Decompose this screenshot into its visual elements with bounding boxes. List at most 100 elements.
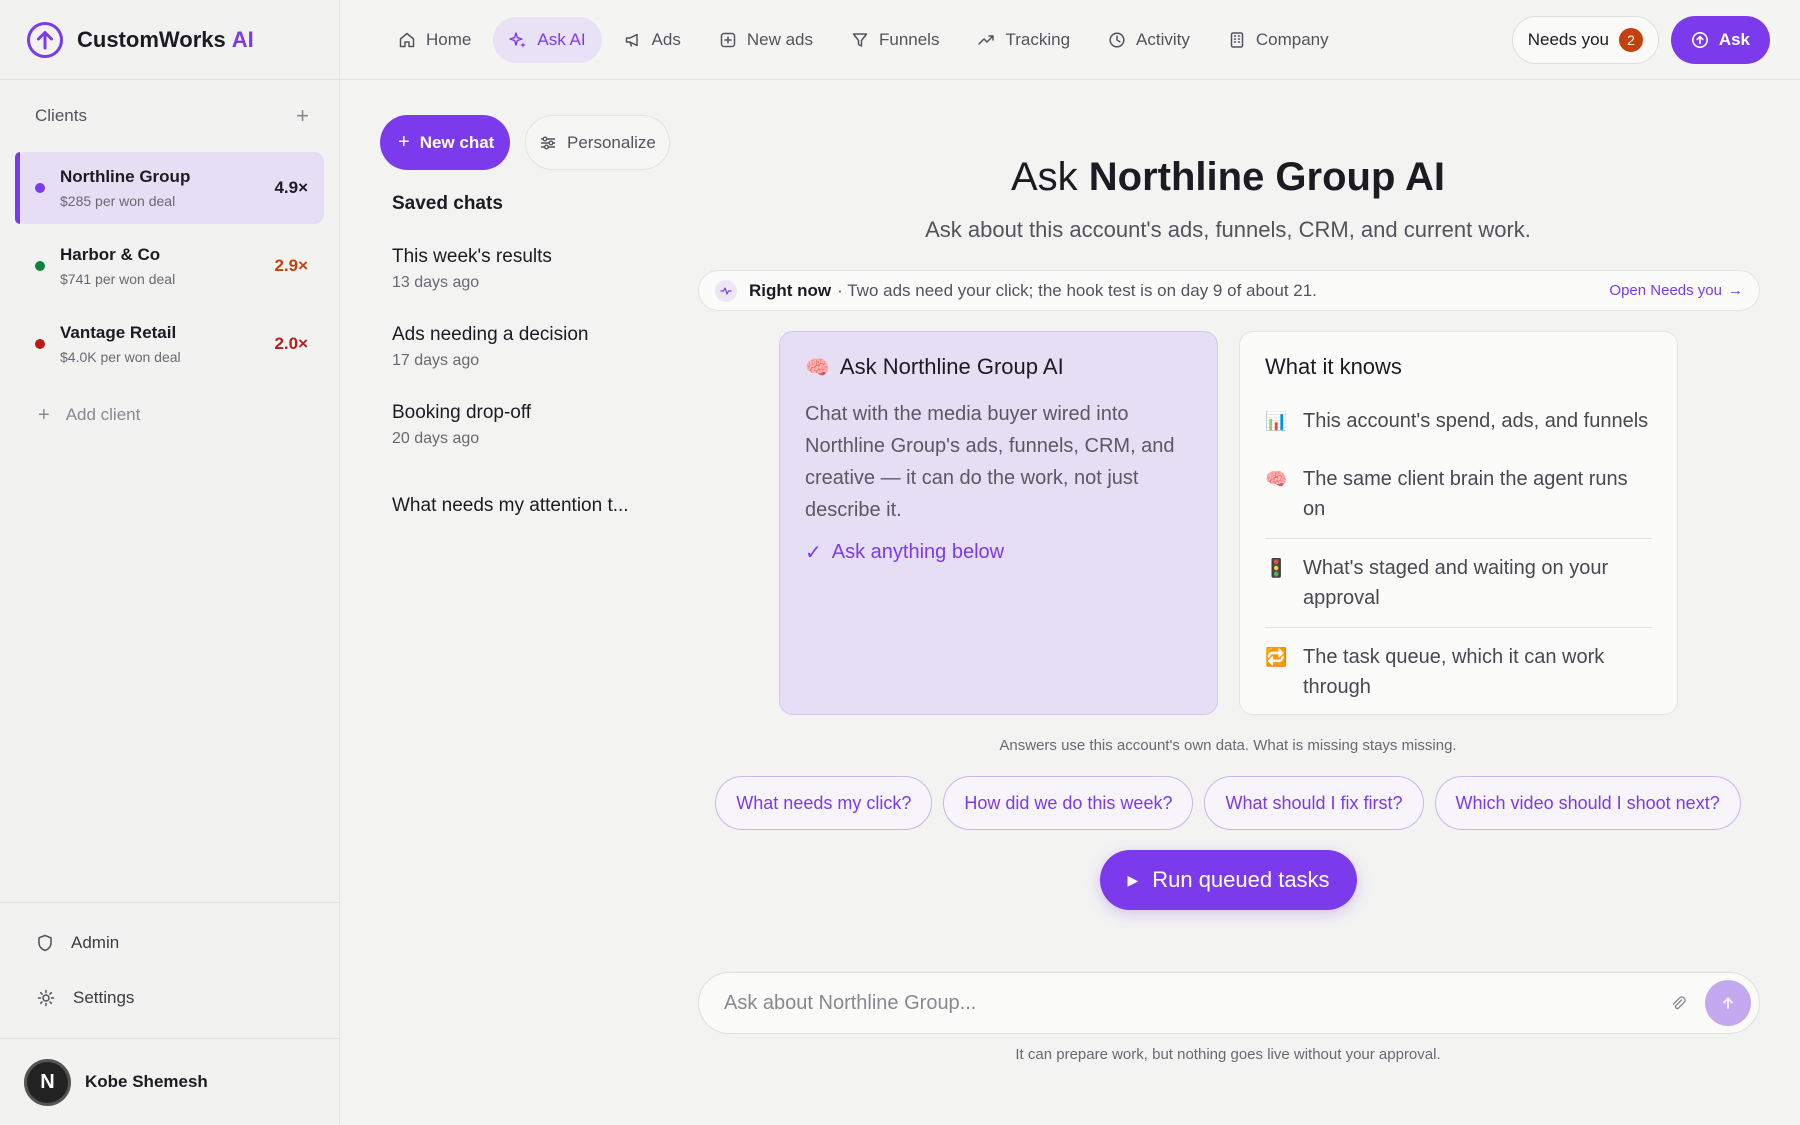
saved-chat-title: Ads needing a decision: [392, 324, 589, 345]
add-client-button[interactable]: + Add client: [0, 386, 339, 444]
title-prefix: Ask: [1010, 155, 1078, 199]
sparkle-icon: [509, 31, 527, 48]
suggestion-chip[interactable]: What should I fix first?: [1204, 776, 1424, 830]
status-dot: [35, 183, 45, 193]
client-value: $4.0K per won deal: [60, 349, 181, 365]
send-button[interactable]: [1705, 980, 1751, 1026]
brand: CustomWorks AI: [0, 0, 339, 80]
saved-chat-title: This week's results: [392, 246, 552, 267]
add-client-label: Add client: [65, 405, 141, 424]
nav-ads[interactable]: Ads: [608, 17, 697, 63]
saved-chat-item[interactable]: What needs my attention t...: [392, 495, 652, 517]
nav-new-ads[interactable]: New ads: [703, 17, 829, 63]
run-queued-tasks-button[interactable]: ▶ Run queued tasks: [1100, 850, 1357, 910]
chat-input[interactable]: [724, 991, 1669, 1015]
client-name: Northline Group: [60, 167, 191, 186]
knows-item: 📊 This account's spend, ads, and funnels: [1265, 392, 1652, 450]
right-now-text: · Two ads need your click; the hook test…: [837, 280, 1317, 300]
client-item[interactable]: Harbor & Co $741 per won deal 2.9×: [15, 230, 324, 302]
right-now-banner: Right now · Two ads need your click; the…: [698, 270, 1760, 311]
pulse-icon: [715, 279, 737, 302]
client-multiplier: 2.0×: [274, 334, 308, 353]
sidebar-item-admin[interactable]: Admin: [0, 915, 339, 970]
approval-note: It can prepare work, but nothing goes li…: [1015, 1046, 1441, 1063]
title-bold: Northline Group AI: [1088, 155, 1446, 199]
plus-icon: +: [38, 403, 50, 426]
personalize-label: Personalize: [567, 132, 656, 152]
repeat-icon: 🔁: [1265, 647, 1288, 667]
ask-card-title-text: Ask Northline Group AI: [839, 354, 1064, 379]
funnel-icon: [852, 32, 868, 47]
nav-label: New ads: [746, 29, 813, 49]
nav-label: Home: [426, 29, 472, 49]
plus-square-icon: [720, 32, 736, 47]
suggestion-chip[interactable]: How did we do this week?: [943, 776, 1194, 830]
nav-tracking[interactable]: Tracking: [961, 17, 1086, 63]
sliders-icon: [540, 136, 556, 149]
nav-company[interactable]: Company: [1212, 17, 1345, 63]
saved-chat-date: 13 days ago: [392, 274, 480, 291]
client-name: Harbor & Co: [60, 245, 161, 264]
ask-button[interactable]: Ask: [1670, 16, 1770, 64]
needs-you-count-badge: 2: [1619, 28, 1643, 52]
trend-icon: [978, 34, 995, 45]
new-chat-label: New chat: [419, 132, 495, 152]
suggestion-chips: What needs my click? How did we do this …: [698, 776, 1758, 830]
ask-anything-link[interactable]: ✓ Ask anything below: [805, 540, 1192, 565]
right-now-label: Right now: [749, 280, 832, 300]
saved-chat-title: What needs my attention t...: [392, 495, 629, 516]
nav-label: Ads: [651, 29, 681, 49]
checkmark-icon: ✓: [805, 542, 822, 564]
nav-activity[interactable]: Activity: [1092, 17, 1206, 63]
nav-label: Tracking: [1005, 29, 1071, 49]
saved-chat-item[interactable]: Booking drop-off 20 days ago: [392, 402, 652, 448]
suggestion-chip[interactable]: What needs my click?: [715, 776, 933, 830]
knows-card-title: What it knows: [1265, 354, 1402, 379]
saved-chat-item[interactable]: This week's results 13 days ago: [392, 246, 652, 292]
nav-ask-ai[interactable]: Ask AI: [493, 16, 602, 63]
ask-anything-label: Ask anything below: [831, 541, 1005, 563]
needs-you-button[interactable]: Needs you 2: [1511, 16, 1659, 64]
open-needs-you-link[interactable]: Open Needs you →: [1609, 282, 1743, 299]
run-label: Run queued tasks: [1152, 867, 1330, 892]
ask-card-title: 🧠 Ask Northline Group AI: [805, 354, 1192, 380]
user-name: Kobe Shemesh: [85, 1072, 208, 1091]
suggestion-chip[interactable]: Which video should I shoot next?: [1434, 776, 1741, 830]
client-item[interactable]: Vantage Retail $4.0K per won deal 2.0×: [15, 308, 324, 380]
brain-icon: 🧠: [805, 356, 830, 379]
add-client-icon[interactable]: +: [296, 105, 309, 127]
brand-ai: AI: [231, 26, 254, 52]
nav-label: Funnels: [878, 29, 940, 49]
ask-label: Ask: [1718, 30, 1750, 49]
avatar: N: [24, 1058, 71, 1106]
open-needs-label: Open Needs you: [1609, 282, 1722, 299]
knows-item-text: The task queue, which it can work throug…: [1303, 646, 1605, 698]
sidebar-item-settings[interactable]: Settings: [0, 970, 339, 1025]
clients-label: Clients: [35, 106, 87, 125]
user-profile[interactable]: N Kobe Shemesh: [0, 1038, 339, 1125]
nav-home[interactable]: Home: [382, 17, 487, 63]
what-it-knows-card: What it knows 📊 This account's spend, ad…: [1239, 331, 1678, 715]
knows-item: 🧠 The same client brain the agent runs o…: [1265, 450, 1652, 538]
traffic-light-icon: 🚦: [1265, 558, 1288, 578]
saved-chat-item[interactable]: Ads needing a decision 17 days ago: [392, 324, 652, 370]
nav-funnels[interactable]: Funnels: [835, 17, 955, 63]
composer: [698, 972, 1760, 1034]
page-subtitle: Ask about this account's ads, funnels, C…: [925, 217, 1531, 242]
new-chat-button[interactable]: + New chat: [380, 115, 511, 170]
status-dot: [35, 261, 45, 271]
client-value: $285 per won deal: [60, 193, 176, 209]
sidebar: CustomWorks AI Clients + Northline Group…: [0, 0, 340, 1125]
saved-chat-date: 20 days ago: [392, 430, 480, 447]
nav-label: Ask AI: [537, 29, 586, 49]
client-name: Vantage Retail: [60, 323, 177, 342]
nav-label: Activity: [1136, 29, 1190, 49]
settings-label: Settings: [73, 987, 135, 1007]
client-item[interactable]: Northline Group $285 per won deal 4.9×: [15, 152, 324, 224]
bar-chart-icon: 📊: [1265, 411, 1288, 431]
paperclip-icon[interactable]: [1669, 994, 1687, 1012]
personalize-button[interactable]: Personalize: [525, 115, 670, 170]
arrow-up-icon: [1723, 997, 1733, 1009]
clock-icon: [1109, 31, 1125, 48]
clients-header: Clients +: [0, 80, 339, 152]
